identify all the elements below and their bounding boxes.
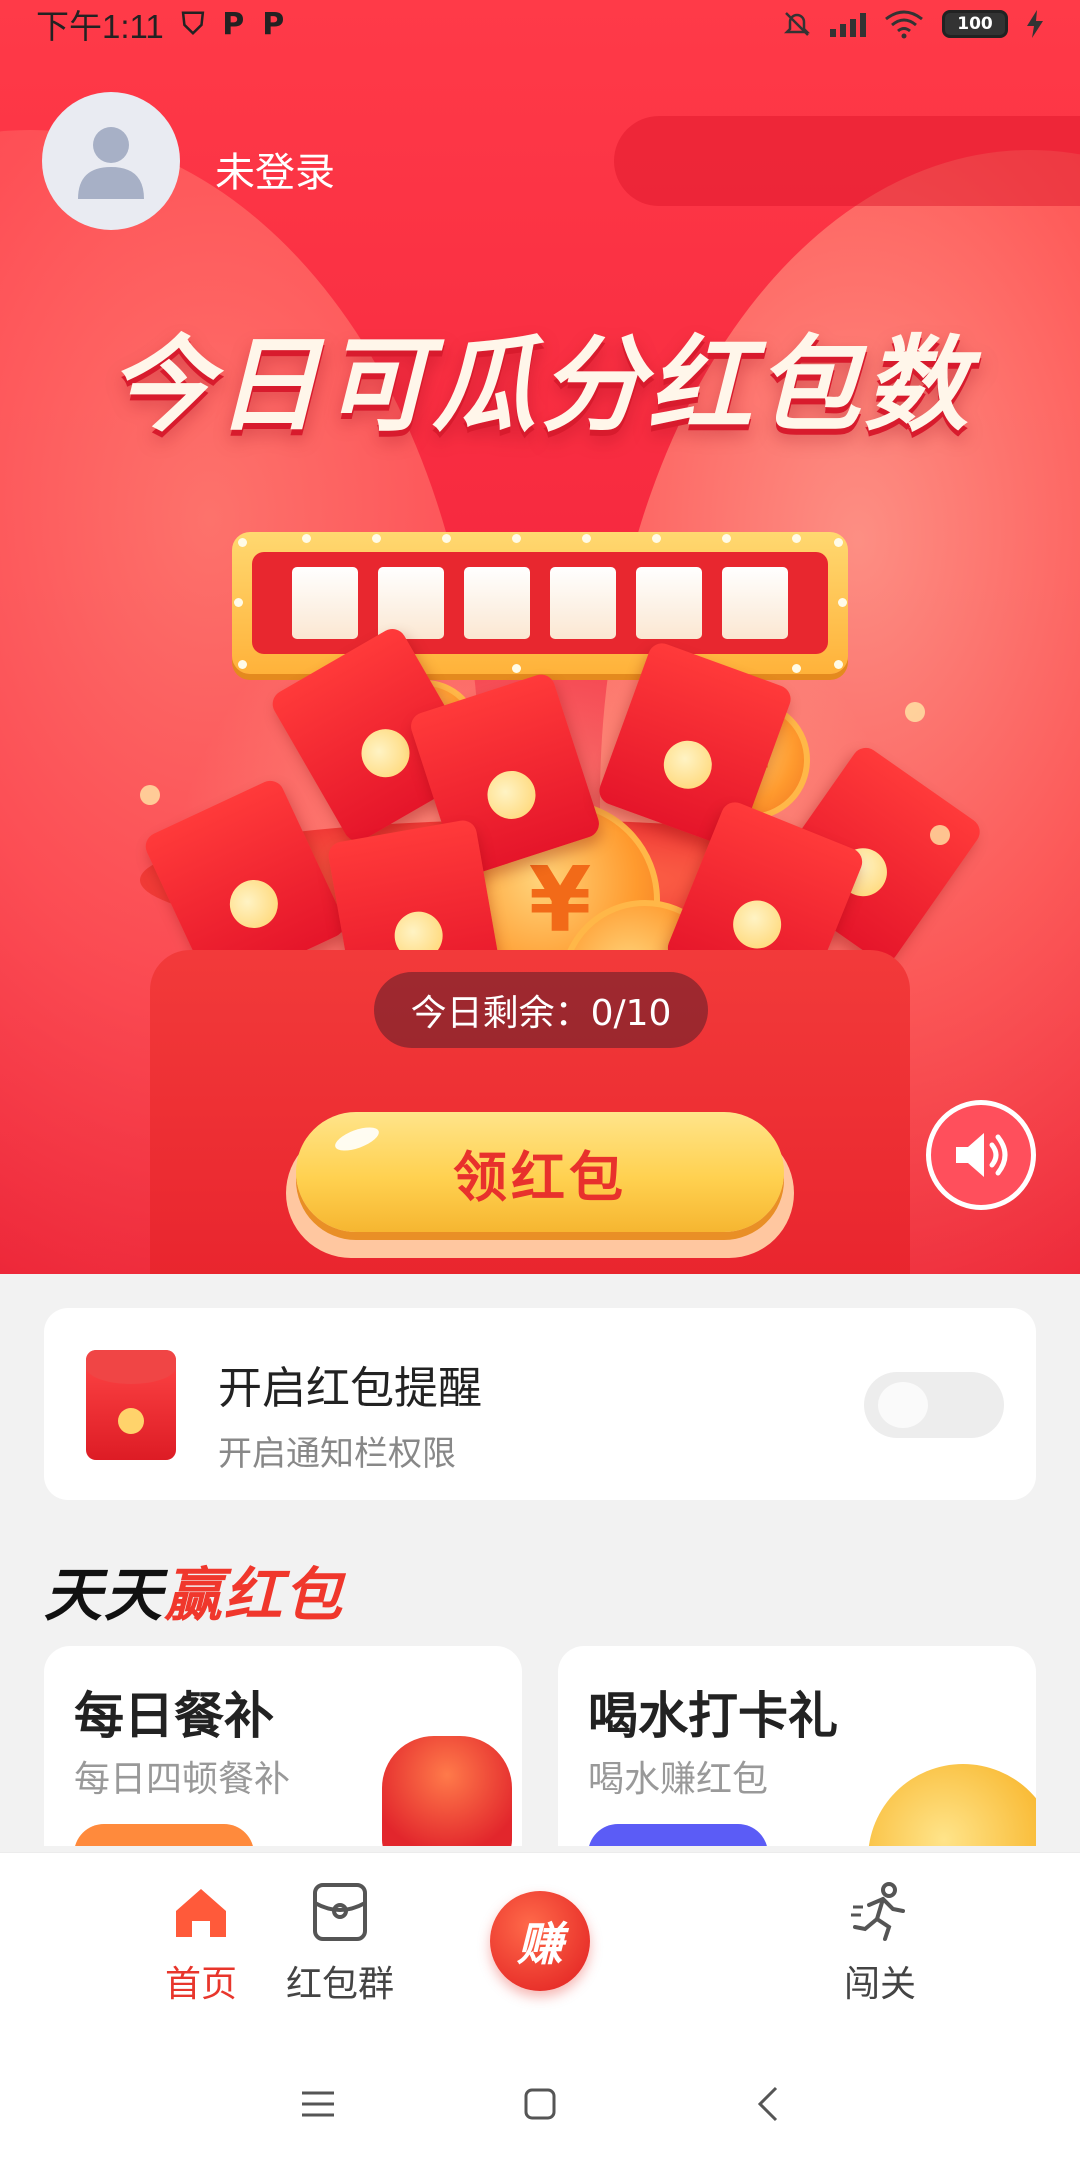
section-title: 天天赢红包 — [44, 1548, 344, 1632]
counter-digit-cell — [378, 567, 444, 639]
card-subtitle: 喝水赚红包 — [588, 1759, 769, 1800]
home-square-icon[interactable] — [520, 2084, 560, 2124]
card-action-chip[interactable] — [588, 1824, 768, 1846]
card-subtitle: 每日四顿餐补 — [74, 1759, 291, 1800]
red-envelope-icon — [86, 1350, 176, 1460]
earn-icon: 赚 — [517, 1917, 563, 1971]
counter-digit-cell — [464, 567, 530, 639]
counter-digit-cell — [292, 567, 358, 639]
reminder-subtitle: 开启通知栏权限 — [218, 1434, 456, 1474]
hero-title: 今日可瓜分红包数 — [107, 324, 972, 446]
grab-button-label: 领红包 — [453, 1145, 627, 1209]
counter-digits — [252, 552, 828, 654]
sparkle — [930, 825, 950, 845]
bottom-nav: 首页 红包群 赚 闯关 — [0, 1852, 1080, 2040]
counter-digit-cell — [636, 567, 702, 639]
alarm-clock-illustration — [868, 1764, 1036, 1846]
login-status-text[interactable]: 未登录 — [215, 140, 335, 198]
red-packet-group-icon — [313, 1883, 367, 1941]
status-time: 下午1:11 — [36, 8, 164, 45]
task-card-water[interactable]: 喝水打卡礼 喝水赚红包 — [558, 1646, 1036, 1846]
section-title-part2: 赢红包 — [164, 1561, 345, 1629]
nav-label-level: 闯关 — [843, 1964, 916, 2005]
mute-bell-icon — [783, 12, 811, 36]
red-packet-reminder-card[interactable]: 开启红包提醒 开启通知栏权限 — [44, 1308, 1036, 1500]
grab-red-packet-button[interactable]: 领红包 — [296, 1112, 784, 1232]
nav-item-red-packet-group[interactable]: 红包群 — [260, 1881, 420, 2007]
money-bag-illustration — [382, 1736, 512, 1846]
sound-toggle-button[interactable] — [926, 1100, 1036, 1210]
card-action-chip[interactable] — [74, 1824, 254, 1846]
p-app-icon: P — [222, 6, 245, 42]
nav-item-level[interactable]: 闯关 — [800, 1881, 960, 2007]
card-title: 喝水打卡礼 — [588, 1687, 838, 1745]
charging-icon — [1027, 10, 1043, 38]
system-nav-bar — [0, 2040, 1080, 2160]
running-icon — [851, 1882, 905, 1941]
signal-icon — [830, 11, 866, 37]
nav-item-earn[interactable]: 赚 — [490, 1891, 590, 1991]
packet-counter — [232, 532, 848, 674]
back-icon[interactable] — [748, 2084, 788, 2124]
sparkle — [905, 702, 925, 722]
p-app-icon: P — [262, 6, 285, 42]
nav-item-home[interactable]: 首页 — [121, 1881, 281, 2007]
shield-icon: ⛉ — [181, 6, 205, 42]
speaker-icon — [956, 1133, 1008, 1177]
battery-icon: 100 — [942, 10, 1008, 38]
sparkle — [140, 785, 160, 805]
reminder-title: 开启红包提醒 — [218, 1363, 482, 1414]
menu-icon[interactable] — [298, 2084, 338, 2124]
toggle-knob — [878, 1382, 928, 1428]
nav-label-home: 首页 — [164, 1964, 237, 2005]
app-screen: 下午1:11 ⛉ P P 100 未登录 今日可瓜分红包数 ¥ 今日剩余：0/1… — [0, 0, 1080, 2160]
user-icon — [78, 127, 144, 199]
remaining-count-badge: 今日剩余：0/10 — [374, 972, 708, 1048]
nav-label-red-packet-group: 红包群 — [285, 1964, 394, 2005]
wifi-icon — [885, 10, 923, 39]
hero-banner: 下午1:11 ⛉ P P 100 未登录 今日可瓜分红包数 ¥ 今日剩余：0/1… — [0, 0, 1080, 1274]
counter-digit-cell — [722, 567, 788, 639]
home-icon — [176, 1889, 226, 1937]
status-bar: 下午1:11 ⛉ P P 100 — [0, 0, 1080, 48]
reminder-toggle[interactable] — [864, 1372, 1004, 1438]
section-title-part1: 天天 — [44, 1561, 165, 1629]
button-shine — [332, 1122, 382, 1156]
card-title: 每日餐补 — [74, 1687, 274, 1745]
task-card-meal[interactable]: 每日餐补 每日四顿餐补 — [44, 1646, 522, 1846]
header-pill-banner[interactable] — [614, 116, 1080, 206]
avatar[interactable] — [42, 92, 180, 230]
counter-digit-cell — [550, 567, 616, 639]
